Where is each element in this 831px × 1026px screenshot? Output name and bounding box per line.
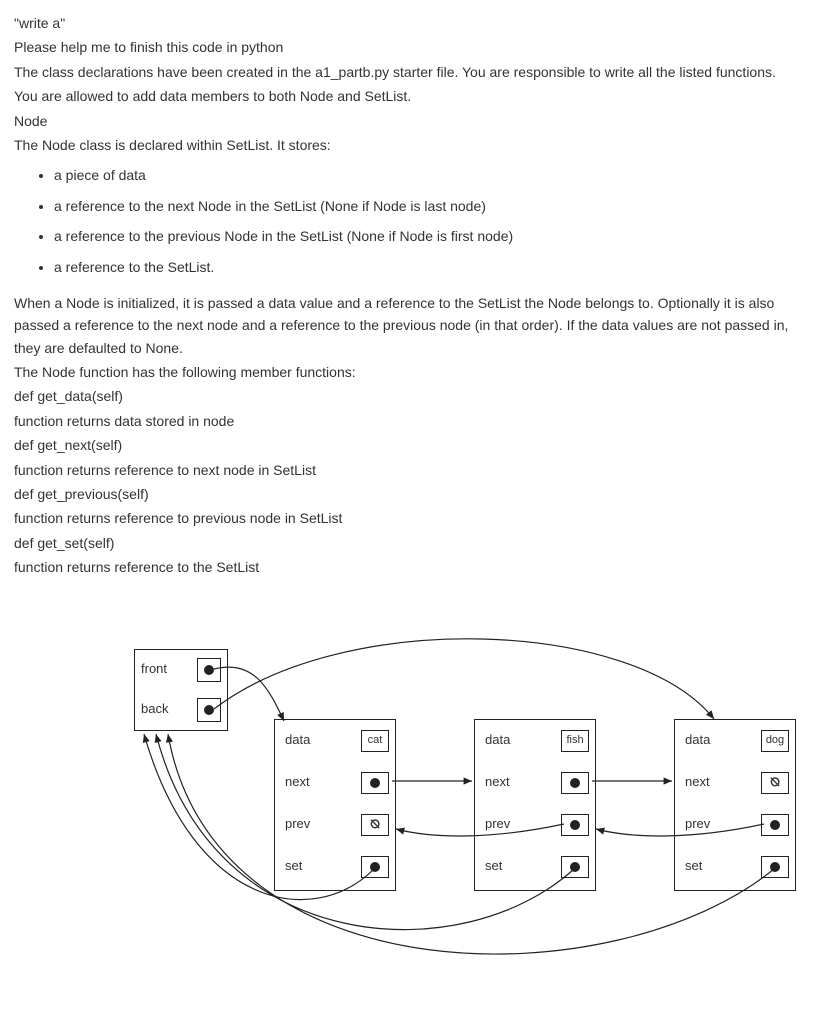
data-label: data	[285, 730, 310, 751]
prev-pointer: ⦰	[361, 814, 389, 836]
bullet-item: a reference to the next Node in the SetL…	[54, 195, 817, 217]
prev-label: prev	[685, 814, 710, 835]
text-line: def get_set(self)	[14, 532, 817, 554]
next-pointer	[361, 772, 389, 794]
data-label: data	[685, 730, 710, 751]
front-pointer	[197, 658, 221, 682]
pointer-dot-icon	[770, 820, 780, 830]
pointer-dot-icon	[770, 862, 780, 872]
text-line: function returns reference to previous n…	[14, 507, 817, 529]
next-label: next	[685, 772, 710, 793]
text-line: Node	[14, 110, 817, 132]
pointer-dot-icon	[570, 778, 580, 788]
text-line: def get_data(self)	[14, 385, 817, 407]
data-value: fish	[561, 730, 589, 752]
prev-label: prev	[285, 814, 310, 835]
prev-label: prev	[485, 814, 510, 835]
text-line: function returns reference to the SetLis…	[14, 556, 817, 578]
prev-pointer	[561, 814, 589, 836]
text-line: "write a"	[14, 12, 817, 34]
bullet-item: a piece of data	[54, 164, 817, 186]
text-line: The Node function has the following memb…	[14, 361, 817, 383]
pointer-dot-icon	[204, 705, 214, 715]
text-line: Please help me to finish this code in py…	[14, 36, 817, 58]
front-label: front	[141, 659, 167, 680]
text-line: You are allowed to add data members to b…	[14, 85, 817, 107]
pointer-dot-icon	[370, 778, 380, 788]
text-line: function returns data stored in node	[14, 410, 817, 432]
bullet-list: a piece of data a reference to the next …	[14, 164, 817, 278]
data-value: cat	[361, 730, 389, 752]
data-value: dog	[761, 730, 789, 752]
set-pointer	[561, 856, 589, 878]
null-icon: ⦰	[770, 773, 780, 792]
data-label: data	[485, 730, 510, 751]
next-pointer	[561, 772, 589, 794]
back-label: back	[141, 699, 168, 720]
set-label: set	[685, 856, 702, 877]
text-line: function returns reference to next node …	[14, 459, 817, 481]
pointer-dot-icon	[370, 862, 380, 872]
next-label: next	[485, 772, 510, 793]
text-line: def get_next(self)	[14, 434, 817, 456]
bullet-item: a reference to the previous Node in the …	[54, 225, 817, 247]
text-line: The class declarations have been created…	[14, 61, 817, 83]
node-box: data dog next ⦰ prev set	[674, 719, 796, 891]
pointer-dot-icon	[570, 820, 580, 830]
next-label: next	[285, 772, 310, 793]
set-pointer	[761, 856, 789, 878]
setlist-box: front back	[134, 649, 228, 731]
back-pointer	[197, 698, 221, 722]
node-box: data fish next prev set	[474, 719, 596, 891]
text-line: The Node class is declared within SetLis…	[14, 134, 817, 156]
next-pointer: ⦰	[761, 772, 789, 794]
set-label: set	[285, 856, 302, 877]
linked-list-diagram: front back data cat next prev ⦰ set data	[14, 629, 814, 1009]
node-box: data cat next prev ⦰ set	[274, 719, 396, 891]
pointer-dot-icon	[204, 665, 214, 675]
pointer-dot-icon	[570, 862, 580, 872]
text-line: def get_previous(self)	[14, 483, 817, 505]
text-line: When a Node is initialized, it is passed…	[14, 292, 817, 359]
set-label: set	[485, 856, 502, 877]
null-icon: ⦰	[370, 815, 380, 834]
prev-pointer	[761, 814, 789, 836]
set-pointer	[361, 856, 389, 878]
bullet-item: a reference to the SetList.	[54, 256, 817, 278]
